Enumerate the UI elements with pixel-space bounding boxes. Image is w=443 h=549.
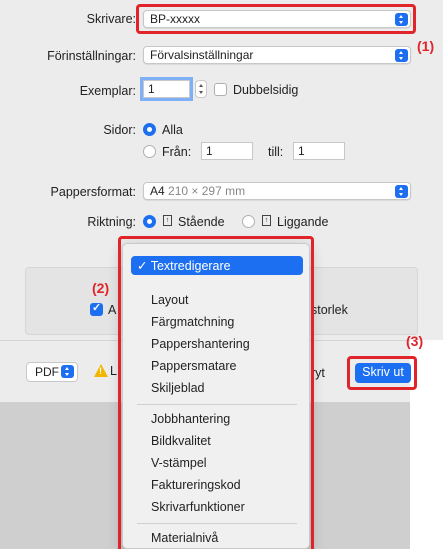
presets-value: Förvalsinställningar: [150, 48, 254, 62]
paper-size: 210 × 297 mm: [168, 184, 246, 198]
pages-from-radio[interactable]: [143, 145, 156, 158]
chevron-updown-icon: [395, 185, 408, 198]
presets-select[interactable]: Förvalsinställningar: [143, 46, 411, 64]
printer-label: Skrivare:: [86, 12, 136, 26]
landscape-icon: ↑: [262, 215, 271, 226]
panel-checkbox-label: A: [108, 303, 117, 317]
highlight-printer: [136, 4, 416, 34]
pages-from-label: Från:: [162, 145, 192, 159]
paper-select[interactable]: A4 210 × 297 mm: [143, 182, 411, 200]
chevron-down-icon: [61, 365, 74, 378]
copies-stepper[interactable]: [195, 80, 207, 98]
pages-from-input[interactable]: 1: [201, 142, 253, 160]
pdf-label: PDF: [35, 365, 59, 379]
pages-label: Sidor:: [103, 123, 136, 137]
highlight-print: [347, 356, 417, 390]
duplex-checkbox[interactable]: [214, 83, 227, 96]
warning-icon: [94, 364, 108, 377]
duplex-label: Dubbelsidig: [233, 83, 299, 97]
pages-to-input[interactable]: 1: [293, 142, 345, 160]
portrait-radio[interactable]: [143, 215, 156, 228]
pages-all-radio[interactable]: [143, 123, 156, 136]
callout-1: (1): [417, 38, 435, 54]
landscape-radio[interactable]: [242, 215, 255, 228]
portrait-label: Stående: [178, 215, 225, 229]
paper-value: A4: [150, 184, 165, 198]
copies-label: Exemplar:: [79, 84, 136, 98]
pdf-button[interactable]: PDF: [26, 362, 78, 382]
paper-label: Pappersformat:: [50, 185, 136, 199]
orientation-label: Riktning:: [87, 215, 136, 229]
landscape-label: Liggande: [277, 215, 329, 229]
presets-label: Förinställningar:: [47, 49, 136, 63]
pages-to-label: till:: [268, 145, 284, 159]
callout-3: (3): [406, 333, 424, 349]
portrait-icon: ↑: [163, 215, 172, 226]
warning-text: L: [110, 364, 117, 378]
copies-input[interactable]: 1: [140, 77, 193, 101]
pages-all-label: Alla: [162, 123, 183, 137]
highlight-menu: [118, 236, 314, 549]
chevron-updown-icon: [395, 49, 408, 62]
panel-checkbox[interactable]: [90, 301, 103, 316]
callout-2: (2): [92, 280, 110, 296]
panel-suffix-text: storlek: [311, 303, 348, 317]
